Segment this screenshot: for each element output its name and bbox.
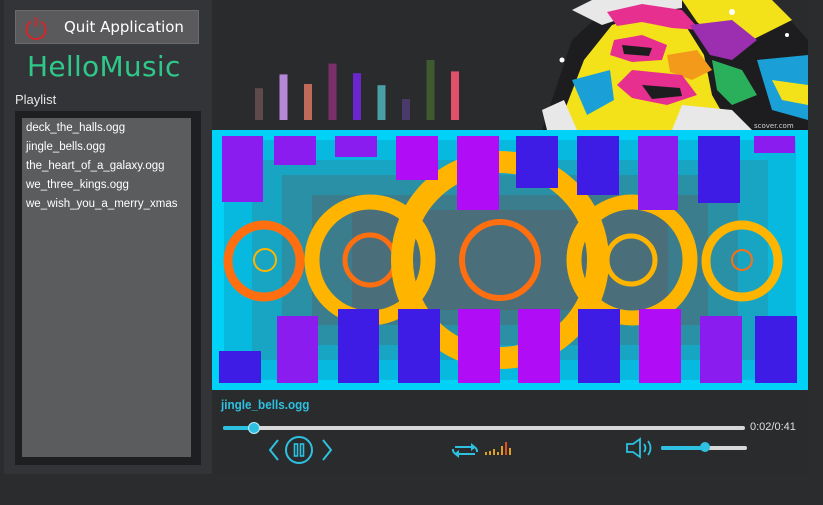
spectrum-bar: [255, 88, 263, 120]
artist-portrait: [542, 0, 808, 130]
spectrum-bars: [255, 60, 459, 120]
next-track-button[interactable]: [318, 437, 336, 463]
visualizer: [212, 130, 808, 390]
playlist-item[interactable]: deck_the_halls.ogg: [22, 119, 191, 138]
spectrum-bar: [402, 99, 410, 120]
time-readout: 0:02/0:41: [750, 421, 796, 433]
playlist-heading: Playlist: [15, 92, 57, 107]
app-title: HelloMusic: [27, 50, 181, 83]
artwork-canvas: scover.com: [255, 0, 808, 130]
playlist-item[interactable]: the_heart_of_a_galaxy.ogg: [22, 157, 191, 176]
equalizer-button[interactable]: [484, 440, 514, 456]
playlist-item[interactable]: we_wish_you_a_merry_xmas: [22, 195, 191, 214]
repeat-icon: [452, 443, 478, 458]
pause-icon: [285, 436, 313, 464]
equalizer-icon: [485, 442, 511, 455]
repeat-button[interactable]: [449, 441, 481, 459]
spectrum-bar: [353, 73, 361, 120]
chevron-left-icon: [268, 439, 279, 461]
spectrum-bar: [279, 74, 288, 120]
play-pause-button[interactable]: [284, 435, 314, 465]
watermark: scover.com: [754, 122, 794, 130]
spectrum-bar: [377, 85, 386, 120]
volume-slider-handle[interactable]: [699, 442, 710, 452]
seek-bar[interactable]: [223, 422, 745, 434]
power-icon: [25, 17, 47, 41]
playlist-item[interactable]: jingle_bells.ogg: [22, 138, 191, 157]
spectrum-bar: [328, 63, 337, 120]
visualizer-canvas: [212, 130, 808, 390]
now-playing-title: jingle_bells.ogg: [221, 397, 310, 412]
playlist-list[interactable]: deck_the_halls.ogg jingle_bells.ogg the_…: [22, 118, 191, 457]
quit-application-button[interactable]: Quit Application: [15, 10, 199, 44]
quit-button-label: Quit Application: [64, 18, 184, 36]
spectrum-bar: [426, 60, 435, 120]
header-artwork: scover.com: [212, 0, 808, 130]
spectrum-bar: [451, 71, 459, 120]
music-player-window: Quit Application HelloMusic Playlist dec…: [0, 0, 823, 505]
volume-slider[interactable]: [661, 442, 747, 452]
previous-track-button[interactable]: [265, 437, 283, 463]
playlist-item[interactable]: we_three_kings.ogg: [22, 176, 191, 195]
chevron-right-icon: [322, 439, 333, 461]
volume-slider-fill: [661, 446, 705, 450]
spectrum-bar: [304, 84, 312, 120]
volume-icon: [626, 437, 652, 459]
mute-button[interactable]: [624, 436, 656, 460]
